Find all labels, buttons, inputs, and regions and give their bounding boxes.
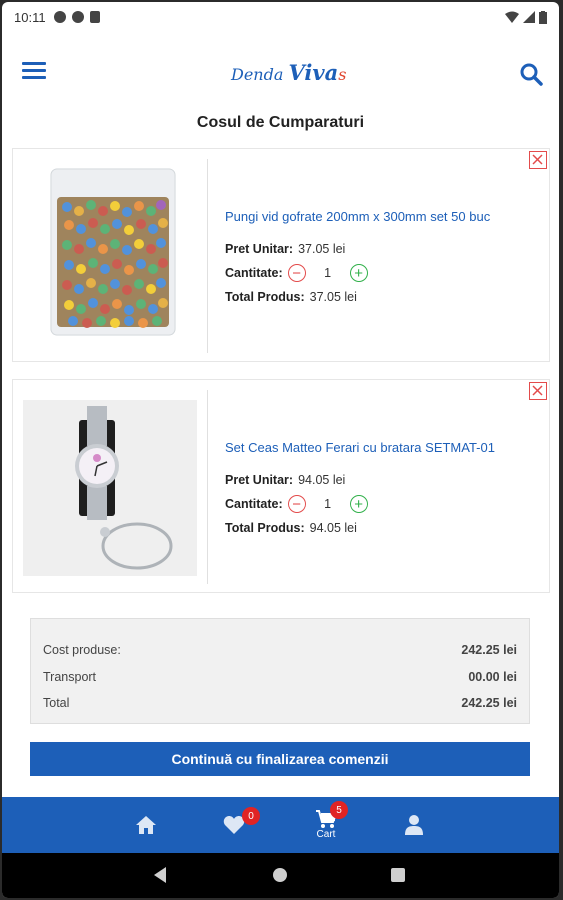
system-navigation-bar [2,853,559,898]
quantity-label: Cantitate: [225,266,283,280]
product-name-link[interactable]: Pungi vid gofrate 200mm x 300mm set 50 b… [225,209,490,224]
cart-tab-label: Cart [316,829,336,840]
bottom-navigation: 0 Cart 5 [2,797,559,853]
increase-quantity-button[interactable]: + [349,264,368,282]
product-image [49,167,177,337]
products-cost-value: 242.25 lei [461,643,517,657]
device-screen: 10:11 Denda Vivas Cosul de Cumparaturi P… [2,2,559,898]
product-total-label: Total Produs: [225,290,305,304]
sd-card-icon [89,11,100,23]
product-total-row: Total Produs: 37.05 lei [225,290,357,304]
hamburger-menu-icon[interactable] [22,62,46,82]
status-time: 10:11 [14,9,46,25]
transport-value: 00.00 lei [468,670,517,684]
product-total-value: 37.05 lei [309,290,357,304]
unit-price-row: Pret Unitar: 37.05 lei [225,242,345,256]
decrease-quantity-button[interactable]: − [287,495,306,513]
total-value: 242.25 lei [461,696,517,710]
battery-icon [539,10,547,24]
page-title: Cosul de Cumparaturi [196,114,365,131]
logo: Denda Vivas [231,60,347,85]
increase-quantity-button[interactable]: + [349,495,368,513]
product-total-row: Total Produs: 94.05 lei [225,521,357,535]
product-name-link[interactable]: Set Ceas Matteo Ferari cu bratara SETMAT… [225,440,495,455]
nav-cart-tab[interactable]: Cart 5 [296,797,356,853]
cart-badge: 5 [330,801,348,819]
unit-price-value: 94.05 lei [298,473,346,487]
card-divider [207,390,208,584]
status-bar: 10:11 [2,2,559,32]
products-cost-label: Cost produse: [43,643,121,657]
decrease-quantity-button[interactable]: − [287,264,306,282]
quantity-label: Cantitate: [225,497,283,511]
back-icon[interactable] [152,866,168,884]
recent-apps-icon[interactable] [391,868,405,882]
product-image [23,400,197,576]
cart-item: Set Ceas Matteo Ferari cu bratara SETMAT… [12,379,550,593]
unit-price-value: 37.05 lei [298,242,346,256]
notification-icon [71,11,84,23]
products-cost-row: Cost produse: 242.25 lei [43,643,517,657]
cart-item: Pungi vid gofrate 200mm x 300mm set 50 b… [12,148,550,362]
wifi-icon [505,11,519,23]
checkout-button[interactable]: Continuă cu finalizarea comenzii [30,742,530,776]
total-row: Total 242.25 lei [43,696,517,710]
transport-label: Transport [43,670,97,684]
quantity-value: 1 [324,266,332,280]
remove-item-button[interactable] [529,151,547,169]
home-icon [136,816,156,834]
unit-price-row: Pret Unitar: 94.05 lei [225,473,345,487]
signal-icon [523,11,535,23]
quantity-row: Cantitate: − 1 + [225,495,368,513]
unit-price-label: Pret Unitar: [225,473,294,487]
card-divider [207,159,208,353]
quantity-row: Cantitate: − 1 + [225,264,368,282]
nav-favorites-tab[interactable]: 0 [204,797,264,853]
search-icon[interactable] [519,62,543,86]
notification-icon [53,11,66,23]
product-total-value: 94.05 lei [309,521,357,535]
quantity-value: 1 [324,497,332,511]
nav-account-tab[interactable] [384,797,444,853]
unit-price-label: Pret Unitar: [225,242,294,256]
order-summary: Cost produse: 242.25 lei Transport 00.00… [30,618,530,724]
total-label: Total [43,696,70,710]
remove-item-button[interactable] [529,382,547,400]
nav-home-tab[interactable] [116,797,176,853]
transport-row: Transport 00.00 lei [43,670,517,684]
product-total-label: Total Produs: [225,521,305,535]
favorites-badge: 0 [242,807,260,825]
user-icon [405,815,423,835]
app-bar: Denda Vivas [2,48,559,96]
home-button-icon[interactable] [272,867,288,883]
